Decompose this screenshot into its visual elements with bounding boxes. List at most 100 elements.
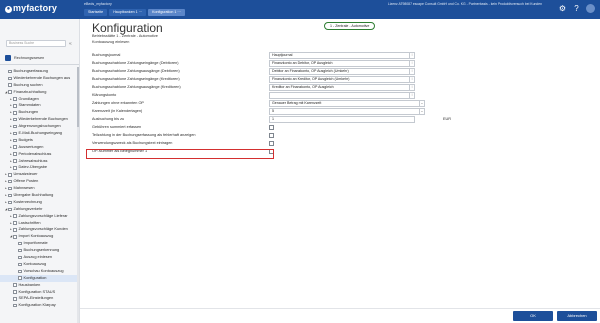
- sidebar-item-label: Buchungserkennung: [23, 247, 60, 253]
- sidebar-item[interactable]: Importformate: [0, 240, 79, 247]
- sidebar-scrollbar[interactable]: [77, 67, 79, 323]
- sidebar-item[interactable]: ▸ Wiederkehrende Buchungen: [0, 116, 79, 123]
- sidebar-item[interactable]: ◢ Zahlungsverkehr: [0, 206, 79, 213]
- lookup-field[interactable]: ⁝: [269, 92, 415, 99]
- sidebar-item-label: Lastschriften: [18, 219, 41, 225]
- sidebar-item[interactable]: Konfiguration: [0, 274, 79, 282]
- field-value: Hauptjournal: [272, 53, 293, 57]
- licence-text: Lizenz AT98087 escape Consult GmbH und C…: [387, 2, 542, 6]
- help-icon[interactable]: ?: [572, 4, 581, 13]
- sidebar-item-label: Kostenrechnung: [13, 198, 42, 204]
- sidebar-item[interactable]: ◢ Import Kontoauszug: [0, 233, 79, 240]
- dropdown-select[interactable]: Genauer Betrag mit Karenzzeit ⌄: [269, 100, 425, 107]
- sidebar-item-label: Buchungserfassung: [13, 68, 48, 73]
- field-label: Zahlungen ohne erkannten OP: [92, 101, 144, 105]
- sidebar-item[interactable]: ▸ Budgets: [0, 137, 79, 144]
- highlight-box: [86, 149, 274, 159]
- sidebar-item-label: Buchungen: [18, 109, 39, 115]
- lookup-field[interactable]: Hauptjournal ⁝: [269, 52, 415, 59]
- sidebar-item[interactable]: ▸ Kostenrechnung: [0, 199, 79, 206]
- dropdown-select[interactable]: 5 ⌄: [269, 108, 425, 115]
- sidebar-item[interactable]: ▸ Auswertungen: [0, 144, 79, 151]
- sidebar-item[interactable]: ▸ Stammdaten: [0, 102, 79, 109]
- sidebar-item-label: Konfiguration: [23, 274, 47, 280]
- sidebar-item[interactable]: ▸ Periodenabschluss: [0, 151, 79, 158]
- sidebar-module-rechnungswesen[interactable]: Rechnungswesen: [5, 55, 44, 61]
- page-title: Konfiguration: [92, 21, 163, 35]
- lookup-field[interactable]: Kreditor an Finanzkonto, OP Ausgleich ⁝: [269, 84, 415, 91]
- sidebar-item[interactable]: ▸ Mahnwesen: [0, 185, 79, 192]
- node-icon: [13, 283, 17, 287]
- sidebar-item[interactable]: ▸ Übergabe Buchhaltung: [0, 192, 79, 199]
- scrollbar-thumb[interactable]: [77, 67, 79, 127]
- lookup-icon[interactable]: ⁝: [409, 69, 414, 75]
- sidebar-item[interactable]: ▸ Zahlungsvorschläge Kunden: [0, 226, 79, 233]
- lookup-icon[interactable]: ⁝: [409, 77, 414, 83]
- sidebar-item[interactable]: Buchungserfassung: [0, 68, 79, 75]
- tab-konfiguration[interactable]: Konfiguration 1 ···: [148, 9, 185, 16]
- node-icon: [8, 207, 12, 211]
- sidebar-item-label: Wiederkehrende Buchungen: [18, 116, 68, 122]
- collapse-sidebar-icon[interactable]: «: [69, 41, 72, 47]
- app-logo[interactable]: ● myfactory: [5, 3, 57, 13]
- sidebar-item-label: Umsatzsteuer: [13, 171, 38, 177]
- checkbox[interactable]: [269, 141, 274, 146]
- tab-startseite[interactable]: Startseite: [84, 9, 108, 16]
- sidebar-item-label: Auswertungen: [18, 143, 44, 149]
- sidebar-item[interactable]: ▸ Grundlagen: [0, 96, 79, 103]
- lookup-field[interactable]: Finanzkonto an Debitor, OP Ausgleich ⁝: [269, 60, 415, 67]
- sidebar-item-label: Konfiguration Klarpay: [18, 302, 56, 308]
- sidebar-item[interactable]: Buchung suchen: [0, 82, 79, 89]
- sidebar-item[interactable]: ▸ Lastschriften: [0, 220, 79, 227]
- sidebar-item-label: Importformate: [23, 240, 48, 246]
- sidebar-item[interactable]: ▸ Zahlungsvorschläge Lieferar: [0, 213, 79, 220]
- node-icon: [8, 200, 12, 205]
- tab-hauptbanken[interactable]: Hauptbanken 1 ···: [109, 9, 147, 16]
- sidebar-item[interactable]: ▸ Umsatzsteuer: [0, 171, 79, 178]
- sidebar-item[interactable]: Buchungserkennung: [0, 247, 79, 254]
- checkbox[interactable]: [269, 133, 274, 138]
- sidebar-item[interactable]: Konfiguration Klarpay: [0, 302, 79, 309]
- sidebar-item-label: Finanzbuchhaltung: [13, 88, 47, 94]
- chevron-down-icon[interactable]: ⌄: [419, 101, 424, 107]
- sidebar-item[interactable]: ◢ Finanzbuchhaltung: [0, 89, 79, 96]
- sidebar-item-label: SEPA-Einstellungen: [18, 295, 54, 301]
- sidebar-item[interactable]: ▸ Offene Posten: [0, 178, 79, 185]
- lookup-icon[interactable]: ⁝: [409, 85, 414, 91]
- top-bar: ● myfactory eBeds_myfactory Startseite Ha…: [0, 0, 600, 19]
- sidebar-item[interactable]: Wiederkehrende Buchungen aus: [0, 75, 79, 82]
- sidebar-item[interactable]: Vorschau Kontoauszug: [0, 268, 79, 275]
- sidebar-item[interactable]: ▸ E-Mail-Buchungseingang: [0, 130, 79, 137]
- checkbox[interactable]: [269, 125, 274, 130]
- sidebar-item[interactable]: ▸ Datev-Übergabe: [0, 164, 79, 171]
- node-icon: [13, 297, 17, 301]
- field-value: Debitor an Finanzkonto, OP Ausgleich (Um…: [272, 69, 349, 73]
- search-input[interactable]: Business Suche: [6, 40, 66, 47]
- avatar[interactable]: [586, 4, 595, 13]
- sidebar-item-label: Offene Posten: [13, 178, 39, 184]
- sidebar-item[interactable]: Auszug einlesen: [0, 254, 79, 261]
- sidebar-item[interactable]: ▸ Buchungen: [0, 109, 79, 116]
- ok-button[interactable]: OK: [513, 311, 553, 321]
- field-label: Buchungsschablone Zahlungseingänge (Debi…: [92, 61, 179, 65]
- sidebar-item[interactable]: SEPA-Einstellungen: [0, 295, 79, 302]
- field-label: Teilzahlung in der Buchungserfassung als…: [92, 133, 196, 137]
- chevron-down-icon[interactable]: ⌄: [419, 109, 424, 115]
- lookup-icon[interactable]: ⁝: [409, 93, 414, 99]
- sidebar-item[interactable]: Kontoauszug: [0, 261, 79, 268]
- lookup-field[interactable]: Finanzkonto an Kreditor, OP Ausgleich (U…: [269, 76, 415, 83]
- lookup-icon[interactable]: ⁝: [409, 53, 414, 59]
- node-icon: [18, 241, 22, 246]
- context-badge[interactable]: 1 - Zentrale - Automotive: [324, 22, 376, 30]
- number-input[interactable]: 1: [269, 116, 415, 123]
- sidebar-item[interactable]: Konfiguration STAUS: [0, 289, 79, 296]
- lookup-icon[interactable]: ⁝: [409, 61, 414, 67]
- lookup-field[interactable]: Debitor an Finanzkonto, OP Ausgleich (Um…: [269, 68, 415, 75]
- sidebar-item[interactable]: ▸ Jahresabschluss: [0, 158, 79, 165]
- sidebar-item[interactable]: Hausbanken: [0, 282, 79, 289]
- cancel-button[interactable]: Abbrechen: [557, 311, 597, 321]
- node-icon: [13, 221, 17, 225]
- settings-icon[interactable]: ⚙: [558, 4, 567, 13]
- sidebar-item[interactable]: ▸ Abgrenzungsbuchungen: [0, 123, 79, 130]
- sidebar-item-label: Grundlagen: [18, 95, 39, 101]
